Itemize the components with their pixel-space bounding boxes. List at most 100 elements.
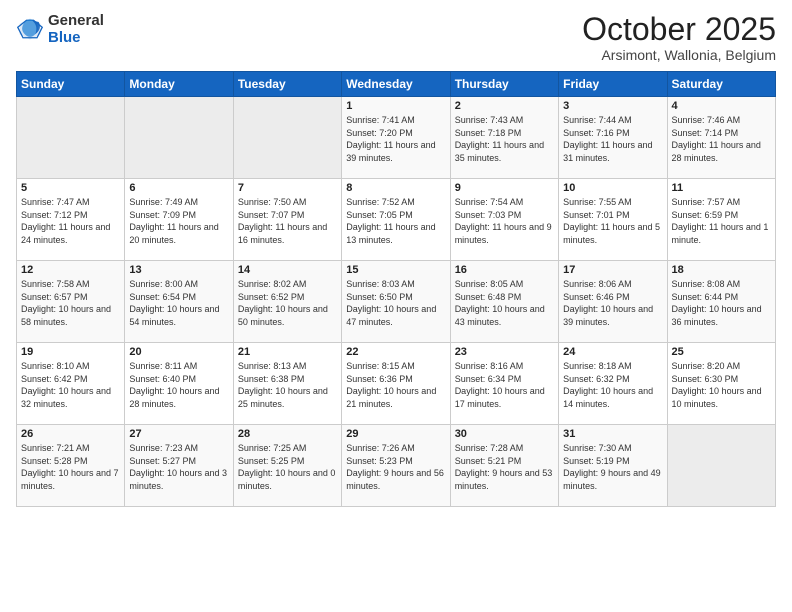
calendar-cell: 16 Sunrise: 8:05 AMSunset: 6:48 PMDayligh… [450, 261, 558, 343]
col-header-wednesday: Wednesday [342, 72, 450, 97]
logo-blue: Blue [48, 29, 104, 46]
day-number: 28 [238, 428, 337, 440]
day-number: 23 [455, 346, 554, 358]
day-number: 6 [129, 182, 228, 194]
day-number: 31 [563, 428, 662, 440]
calendar-page: General Blue October 2025 Arsimont, Wall… [0, 0, 792, 612]
day-number: 13 [129, 264, 228, 276]
title-block: October 2025 Arsimont, Wallonia, Belgium [582, 12, 776, 63]
calendar-cell: 25 Sunrise: 8:20 AMSunset: 6:30 PMDayligh… [667, 343, 775, 425]
calendar-cell: 31 Sunrise: 7:30 AMSunset: 5:19 PMDayligh… [559, 425, 667, 507]
day-number: 21 [238, 346, 337, 358]
day-number: 20 [129, 346, 228, 358]
header: General Blue October 2025 Arsimont, Wall… [16, 12, 776, 63]
cell-info: Sunrise: 7:46 AMSunset: 7:14 PMDaylight:… [672, 114, 771, 164]
cell-info: Sunrise: 8:15 AMSunset: 6:36 PMDaylight:… [346, 360, 445, 410]
week-row-2: 5Sunrise: 7:47 AMSunset: 7:12 PMDaylight… [17, 179, 776, 261]
day-number: 1 [346, 100, 445, 112]
calendar-cell: 20Sunrise: 8:11 AMSunset: 6:40 PMDayligh… [125, 343, 233, 425]
col-header-saturday: Saturday [667, 72, 775, 97]
cell-info: Sunrise: 7:55 AMSunset: 7:01 PMDaylight:… [563, 196, 662, 246]
col-header-thursday: Thursday [450, 72, 558, 97]
cell-info: Sunrise: 7:52 AMSunset: 7:05 PMDaylight:… [346, 196, 445, 246]
day-number: 22 [346, 346, 445, 358]
calendar-cell: 3 Sunrise: 7:44 AMSunset: 7:16 PMDaylight… [559, 97, 667, 179]
cell-info: Sunrise: 8:08 AMSunset: 6:44 PMDaylight:… [672, 278, 771, 328]
day-number: 17 [563, 264, 662, 276]
day-number: 5 [21, 182, 120, 194]
logo: General Blue [16, 12, 104, 47]
calendar-cell: 30 Sunrise: 7:28 AMSunset: 5:21 PMDayligh… [450, 425, 558, 507]
day-number: 30 [455, 428, 554, 440]
day-number: 24 [563, 346, 662, 358]
week-row-4: 19 Sunrise: 8:10 AMSunset: 6:42 PMDayligh… [17, 343, 776, 425]
calendar-cell: 4 Sunrise: 7:46 AMSunset: 7:14 PMDaylight… [667, 97, 775, 179]
calendar-cell: 9Sunrise: 7:54 AMSunset: 7:03 PMDaylight… [450, 179, 558, 261]
day-number: 29 [346, 428, 445, 440]
cell-info: Sunrise: 7:25 AMSunset: 5:25 PMDaylight:… [238, 442, 337, 492]
calendar-cell: 22 Sunrise: 8:15 AMSunset: 6:36 PMDayligh… [342, 343, 450, 425]
calendar-cell: 24 Sunrise: 8:18 AMSunset: 6:32 PMDayligh… [559, 343, 667, 425]
logo-general: General [48, 12, 104, 29]
calendar-cell: 12 Sunrise: 7:58 AMSunset: 6:57 PMDayligh… [17, 261, 125, 343]
cell-info: Sunrise: 8:16 AMSunset: 6:34 PMDaylight:… [455, 360, 554, 410]
cell-info: Sunrise: 7:44 AMSunset: 7:16 PMDaylight:… [563, 114, 662, 164]
day-number: 16 [455, 264, 554, 276]
cell-info: Sunrise: 7:49 AMSunset: 7:09 PMDaylight:… [129, 196, 228, 246]
cell-info: Sunrise: 7:28 AMSunset: 5:21 PMDaylight:… [455, 442, 554, 492]
col-header-tuesday: Tuesday [233, 72, 341, 97]
day-number: 25 [672, 346, 771, 358]
day-number: 10 [563, 182, 662, 194]
cell-info: Sunrise: 7:58 AMSunset: 6:57 PMDaylight:… [21, 278, 120, 328]
col-header-friday: Friday [559, 72, 667, 97]
day-number: 3 [563, 100, 662, 112]
day-number: 27 [129, 428, 228, 440]
calendar-table: SundayMondayTuesdayWednesdayThursdayFrid… [16, 71, 776, 507]
cell-info: Sunrise: 7:43 AMSunset: 7:18 PMDaylight:… [455, 114, 554, 164]
day-number: 15 [346, 264, 445, 276]
calendar-cell: 21Sunrise: 8:13 AMSunset: 6:38 PMDayligh… [233, 343, 341, 425]
day-number: 12 [21, 264, 120, 276]
cell-info: Sunrise: 8:05 AMSunset: 6:48 PMDaylight:… [455, 278, 554, 328]
cell-info: Sunrise: 8:02 AMSunset: 6:52 PMDaylight:… [238, 278, 337, 328]
calendar-cell: 1 Sunrise: 7:41 AMSunset: 7:20 PMDaylight… [342, 97, 450, 179]
cell-info: Sunrise: 7:23 AMSunset: 5:27 PMDaylight:… [129, 442, 228, 492]
cell-info: Sunrise: 7:50 AMSunset: 7:07 PMDaylight:… [238, 196, 337, 246]
calendar-cell: 19 Sunrise: 8:10 AMSunset: 6:42 PMDayligh… [17, 343, 125, 425]
cell-info: Sunrise: 7:21 AMSunset: 5:28 PMDaylight:… [21, 442, 120, 492]
calendar-cell: 8 Sunrise: 7:52 AMSunset: 7:05 PMDaylight… [342, 179, 450, 261]
calendar-cell: 7 Sunrise: 7:50 AMSunset: 7:07 PMDaylight… [233, 179, 341, 261]
cell-info: Sunrise: 7:30 AMSunset: 5:19 PMDaylight:… [563, 442, 662, 492]
day-number: 8 [346, 182, 445, 194]
calendar-cell: 29Sunrise: 7:26 AMSunset: 5:23 PMDayligh… [342, 425, 450, 507]
calendar-cell: 10 Sunrise: 7:55 AMSunset: 7:01 PMDayligh… [559, 179, 667, 261]
day-number: 11 [672, 182, 771, 194]
day-number: 19 [21, 346, 120, 358]
day-number: 4 [672, 100, 771, 112]
month-title: October 2025 [582, 12, 776, 47]
calendar-cell: 26 Sunrise: 7:21 AMSunset: 5:28 PMDayligh… [17, 425, 125, 507]
cell-info: Sunrise: 8:20 AMSunset: 6:30 PMDaylight:… [672, 360, 771, 410]
cell-info: Sunrise: 7:57 AMSunset: 6:59 PMDaylight:… [672, 196, 771, 246]
calendar-cell: 27 Sunrise: 7:23 AMSunset: 5:27 PMDayligh… [125, 425, 233, 507]
day-number: 7 [238, 182, 337, 194]
col-header-monday: Monday [125, 72, 233, 97]
cell-info: Sunrise: 8:03 AMSunset: 6:50 PMDaylight:… [346, 278, 445, 328]
logo-icon [16, 15, 44, 43]
calendar-cell: 28 Sunrise: 7:25 AMSunset: 5:25 PMDayligh… [233, 425, 341, 507]
cell-info: Sunrise: 8:10 AMSunset: 6:42 PMDaylight:… [21, 360, 120, 410]
calendar-cell: 14 Sunrise: 8:02 AMSunset: 6:52 PMDayligh… [233, 261, 341, 343]
day-number: 2 [455, 100, 554, 112]
week-row-5: 26 Sunrise: 7:21 AMSunset: 5:28 PMDayligh… [17, 425, 776, 507]
calendar-cell: 15 Sunrise: 8:03 AMSunset: 6:50 PMDayligh… [342, 261, 450, 343]
day-number: 14 [238, 264, 337, 276]
cell-info: Sunrise: 8:18 AMSunset: 6:32 PMDaylight:… [563, 360, 662, 410]
location-subtitle: Arsimont, Wallonia, Belgium [582, 47, 776, 63]
calendar-cell: 13Sunrise: 8:00 AMSunset: 6:54 PMDayligh… [125, 261, 233, 343]
week-row-1: 1 Sunrise: 7:41 AMSunset: 7:20 PMDaylight… [17, 97, 776, 179]
day-number: 26 [21, 428, 120, 440]
cell-info: Sunrise: 7:41 AMSunset: 7:20 PMDaylight:… [346, 114, 445, 164]
calendar-cell [233, 97, 341, 179]
day-number: 9 [455, 182, 554, 194]
calendar-cell: 5Sunrise: 7:47 AMSunset: 7:12 PMDaylight… [17, 179, 125, 261]
